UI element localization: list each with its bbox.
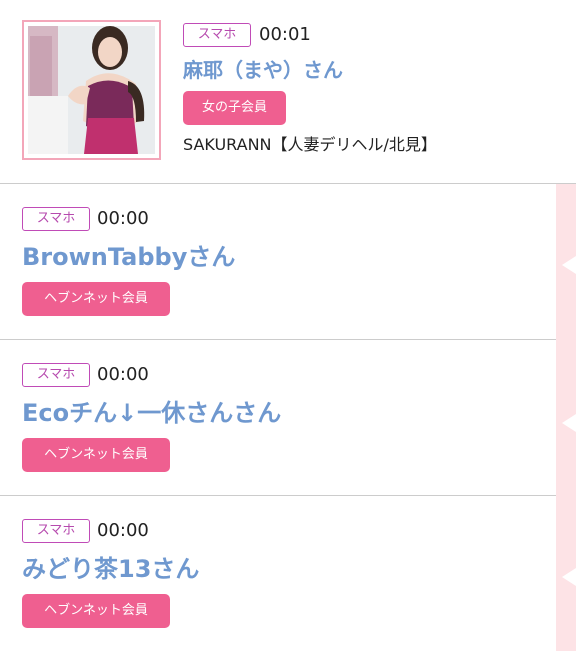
visitor-name[interactable]: Ecoチん↓一休さんさん [22,397,281,429]
profile-photo[interactable] [22,20,161,160]
member-type-badge[interactable]: ヘブンネット会員 [22,282,170,316]
list-item[interactable]: スマホ 00:00 BrownTabbyさん ヘブンネット会員 [0,184,556,339]
visitor-list: スマホ 00:01 麻耶（まや）さん 女の子会員 SAKURANN【人妻デリヘル… [0,0,576,651]
visit-time: 00:00 [97,208,149,229]
member-type-badge[interactable]: ヘブンネット会員 [22,438,170,472]
photo-image [28,26,155,154]
notch-arrow-icon [562,568,576,586]
visitor-name[interactable]: みどり茶13さん [22,553,199,585]
notch-arrow-icon [562,256,576,274]
visit-time: 00:00 [97,364,149,385]
device-badge: スマホ [22,207,90,231]
device-badge: スマホ [22,363,90,387]
device-badge: スマホ [22,519,90,543]
member-type-badge[interactable]: ヘブンネット会員 [22,594,170,628]
list-item[interactable]: スマホ 00:01 麻耶（まや）さん 女の子会員 SAKURANN【人妻デリヘル… [0,0,576,183]
list-item[interactable]: スマホ 00:00 みどり茶13さん ヘブンネット会員 [0,496,556,651]
device-badge: スマホ [183,23,251,47]
visit-time: 00:01 [259,24,311,45]
visitor-name[interactable]: 麻耶（まや）さん [183,57,343,83]
woman-photo-illustration [28,26,155,154]
visitor-name[interactable]: BrownTabbyさん [22,241,235,273]
shop-name[interactable]: SAKURANN【人妻デリヘル/北見】 [183,134,437,156]
visit-time: 00:00 [97,520,149,541]
notch-arrow-icon [562,414,576,432]
side-decoration-strip [556,184,576,651]
member-type-badge[interactable]: 女の子会員 [183,91,286,125]
list-item[interactable]: スマホ 00:00 Ecoチん↓一休さんさん ヘブンネット会員 [0,340,556,495]
